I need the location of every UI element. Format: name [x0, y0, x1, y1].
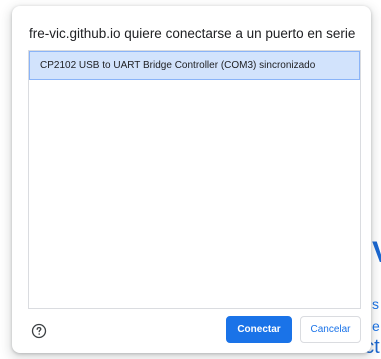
background-left-fragment: [0, 0, 12, 30]
background-text-fragment: s: [372, 296, 379, 312]
background-text-fragment: e: [372, 318, 380, 334]
help-icon[interactable]: [31, 323, 47, 339]
connect-button[interactable]: Conectar: [226, 316, 292, 343]
cancel-button[interactable]: Cancelar: [300, 316, 361, 343]
serial-port-chooser-dialog: fre-vic.github.io quiere conectarse a un…: [12, 6, 371, 353]
device-list-item[interactable]: CP2102 USB to UART Bridge Controller (CO…: [29, 51, 360, 80]
device-label: CP2102 USB to UART Bridge Controller (CO…: [40, 60, 316, 71]
background-heading-fragment: V: [372, 236, 381, 270]
dialog-title: fre-vic.github.io quiere conectarse a un…: [29, 26, 356, 41]
device-list[interactable]: CP2102 USB to UART Bridge Controller (CO…: [28, 50, 361, 309]
